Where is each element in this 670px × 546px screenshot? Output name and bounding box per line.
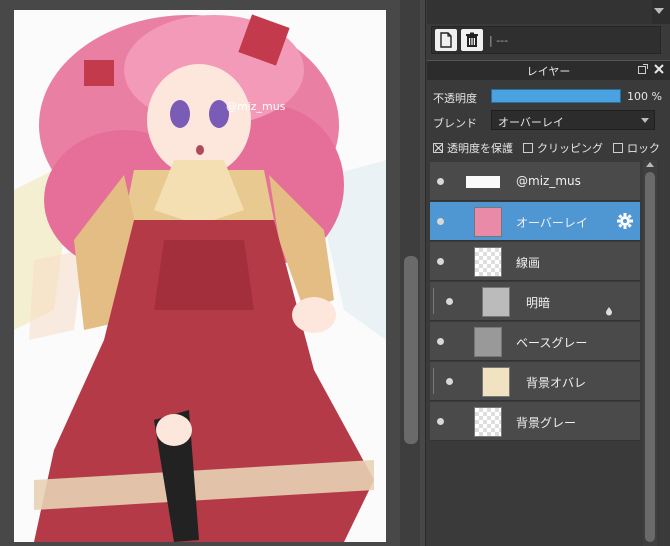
visibility-icon[interactable]	[446, 378, 453, 385]
checkbox-icon	[523, 143, 533, 153]
panel-title: レイヤー	[526, 64, 571, 78]
layer-panel: | --- レイヤー 不透明度 100 % ブレンド オーバーレイ 透明度を保護…	[427, 0, 670, 546]
layer-name: オーバーレイ	[516, 216, 588, 230]
layer-thumbnail	[466, 176, 500, 188]
blend-mode-select[interactable]: オーバーレイ	[491, 110, 655, 130]
opacity-value: 100 %	[627, 90, 662, 103]
layer-name: @miz_mus	[516, 174, 581, 188]
layer-list-scroll-thumb[interactable]	[645, 172, 655, 542]
visibility-icon[interactable]	[437, 418, 444, 425]
layer-row[interactable]: @miz_mus	[430, 162, 640, 201]
layer-thumbnail	[474, 207, 502, 237]
toolbar-separator-text: | ---	[489, 33, 509, 47]
layer-panel-header: レイヤー	[427, 60, 670, 80]
blend-label: ブレンド	[433, 117, 477, 130]
scroll-down-icon[interactable]	[654, 8, 664, 14]
layer-thumbnail	[474, 407, 502, 437]
popout-icon[interactable]	[638, 64, 648, 74]
canvas-watermark: @miz_mus	[226, 100, 286, 113]
layer-list: @miz_mus オーバーレイ 線画 明暗 ベースグレー 背景オバレ 背景グレー	[427, 160, 642, 546]
clipping-checkbox[interactable]: クリッピング	[523, 140, 603, 156]
layer-thumbnail	[474, 247, 502, 277]
protect-alpha-label: 透明度を保護	[447, 142, 513, 155]
scroll-up-icon[interactable]	[646, 162, 654, 167]
layer-name: 背景グレー	[516, 416, 577, 430]
protect-alpha-checkbox[interactable]: 透明度を保護	[433, 140, 513, 156]
droplet-icon	[606, 307, 612, 316]
layer-row[interactable]: ベースグレー	[430, 322, 640, 361]
canvas-scroll-thumb[interactable]	[404, 256, 418, 444]
lock-checkbox[interactable]: ロック	[613, 140, 660, 156]
new-layer-icon	[440, 32, 452, 48]
layer-row[interactable]: 背景オバレ	[430, 362, 640, 401]
new-layer-button[interactable]	[435, 29, 457, 51]
artwork-canvas[interactable]: @miz_mus	[14, 10, 386, 542]
close-icon[interactable]	[654, 64, 664, 74]
checkbox-checked-icon	[433, 143, 443, 153]
layer-name: 線画	[516, 256, 541, 270]
delete-layer-button[interactable]	[461, 29, 483, 51]
layer-name: 背景オバレ	[526, 376, 587, 390]
layer-row[interactable]: 線画	[430, 242, 640, 281]
gear-icon[interactable]	[616, 212, 634, 230]
layer-row[interactable]: 明暗	[430, 282, 640, 321]
visibility-icon[interactable]	[437, 178, 444, 185]
layer-toolbar: | ---	[431, 26, 661, 54]
lock-label: ロック	[627, 142, 660, 155]
chevron-down-icon	[641, 118, 649, 123]
opacity-slider[interactable]	[491, 89, 621, 103]
layer-thumbnail	[482, 367, 510, 397]
checkbox-icon	[613, 143, 623, 153]
blend-mode-value: オーバーレイ	[498, 116, 564, 129]
clipping-label: クリッピング	[537, 142, 603, 155]
layer-name: 明暗	[526, 296, 551, 310]
artwork-illustration: @miz_mus	[14, 10, 386, 542]
layer-options: 透明度を保護 クリッピング ロック	[433, 140, 660, 156]
layer-row-selected[interactable]: オーバーレイ	[430, 202, 640, 241]
visibility-icon[interactable]	[437, 218, 444, 225]
layer-thumbnail	[482, 287, 510, 317]
visibility-icon[interactable]	[446, 298, 453, 305]
trash-icon	[466, 32, 478, 47]
layer-thumbnail	[474, 327, 502, 357]
top-strip	[427, 0, 670, 24]
canvas-area[interactable]: @miz_mus	[0, 0, 426, 546]
layer-name: ベースグレー	[516, 336, 588, 350]
visibility-icon[interactable]	[437, 338, 444, 345]
layer-row[interactable]: 背景グレー	[430, 402, 640, 441]
visibility-icon[interactable]	[437, 258, 444, 265]
opacity-label: 不透明度	[433, 92, 477, 105]
